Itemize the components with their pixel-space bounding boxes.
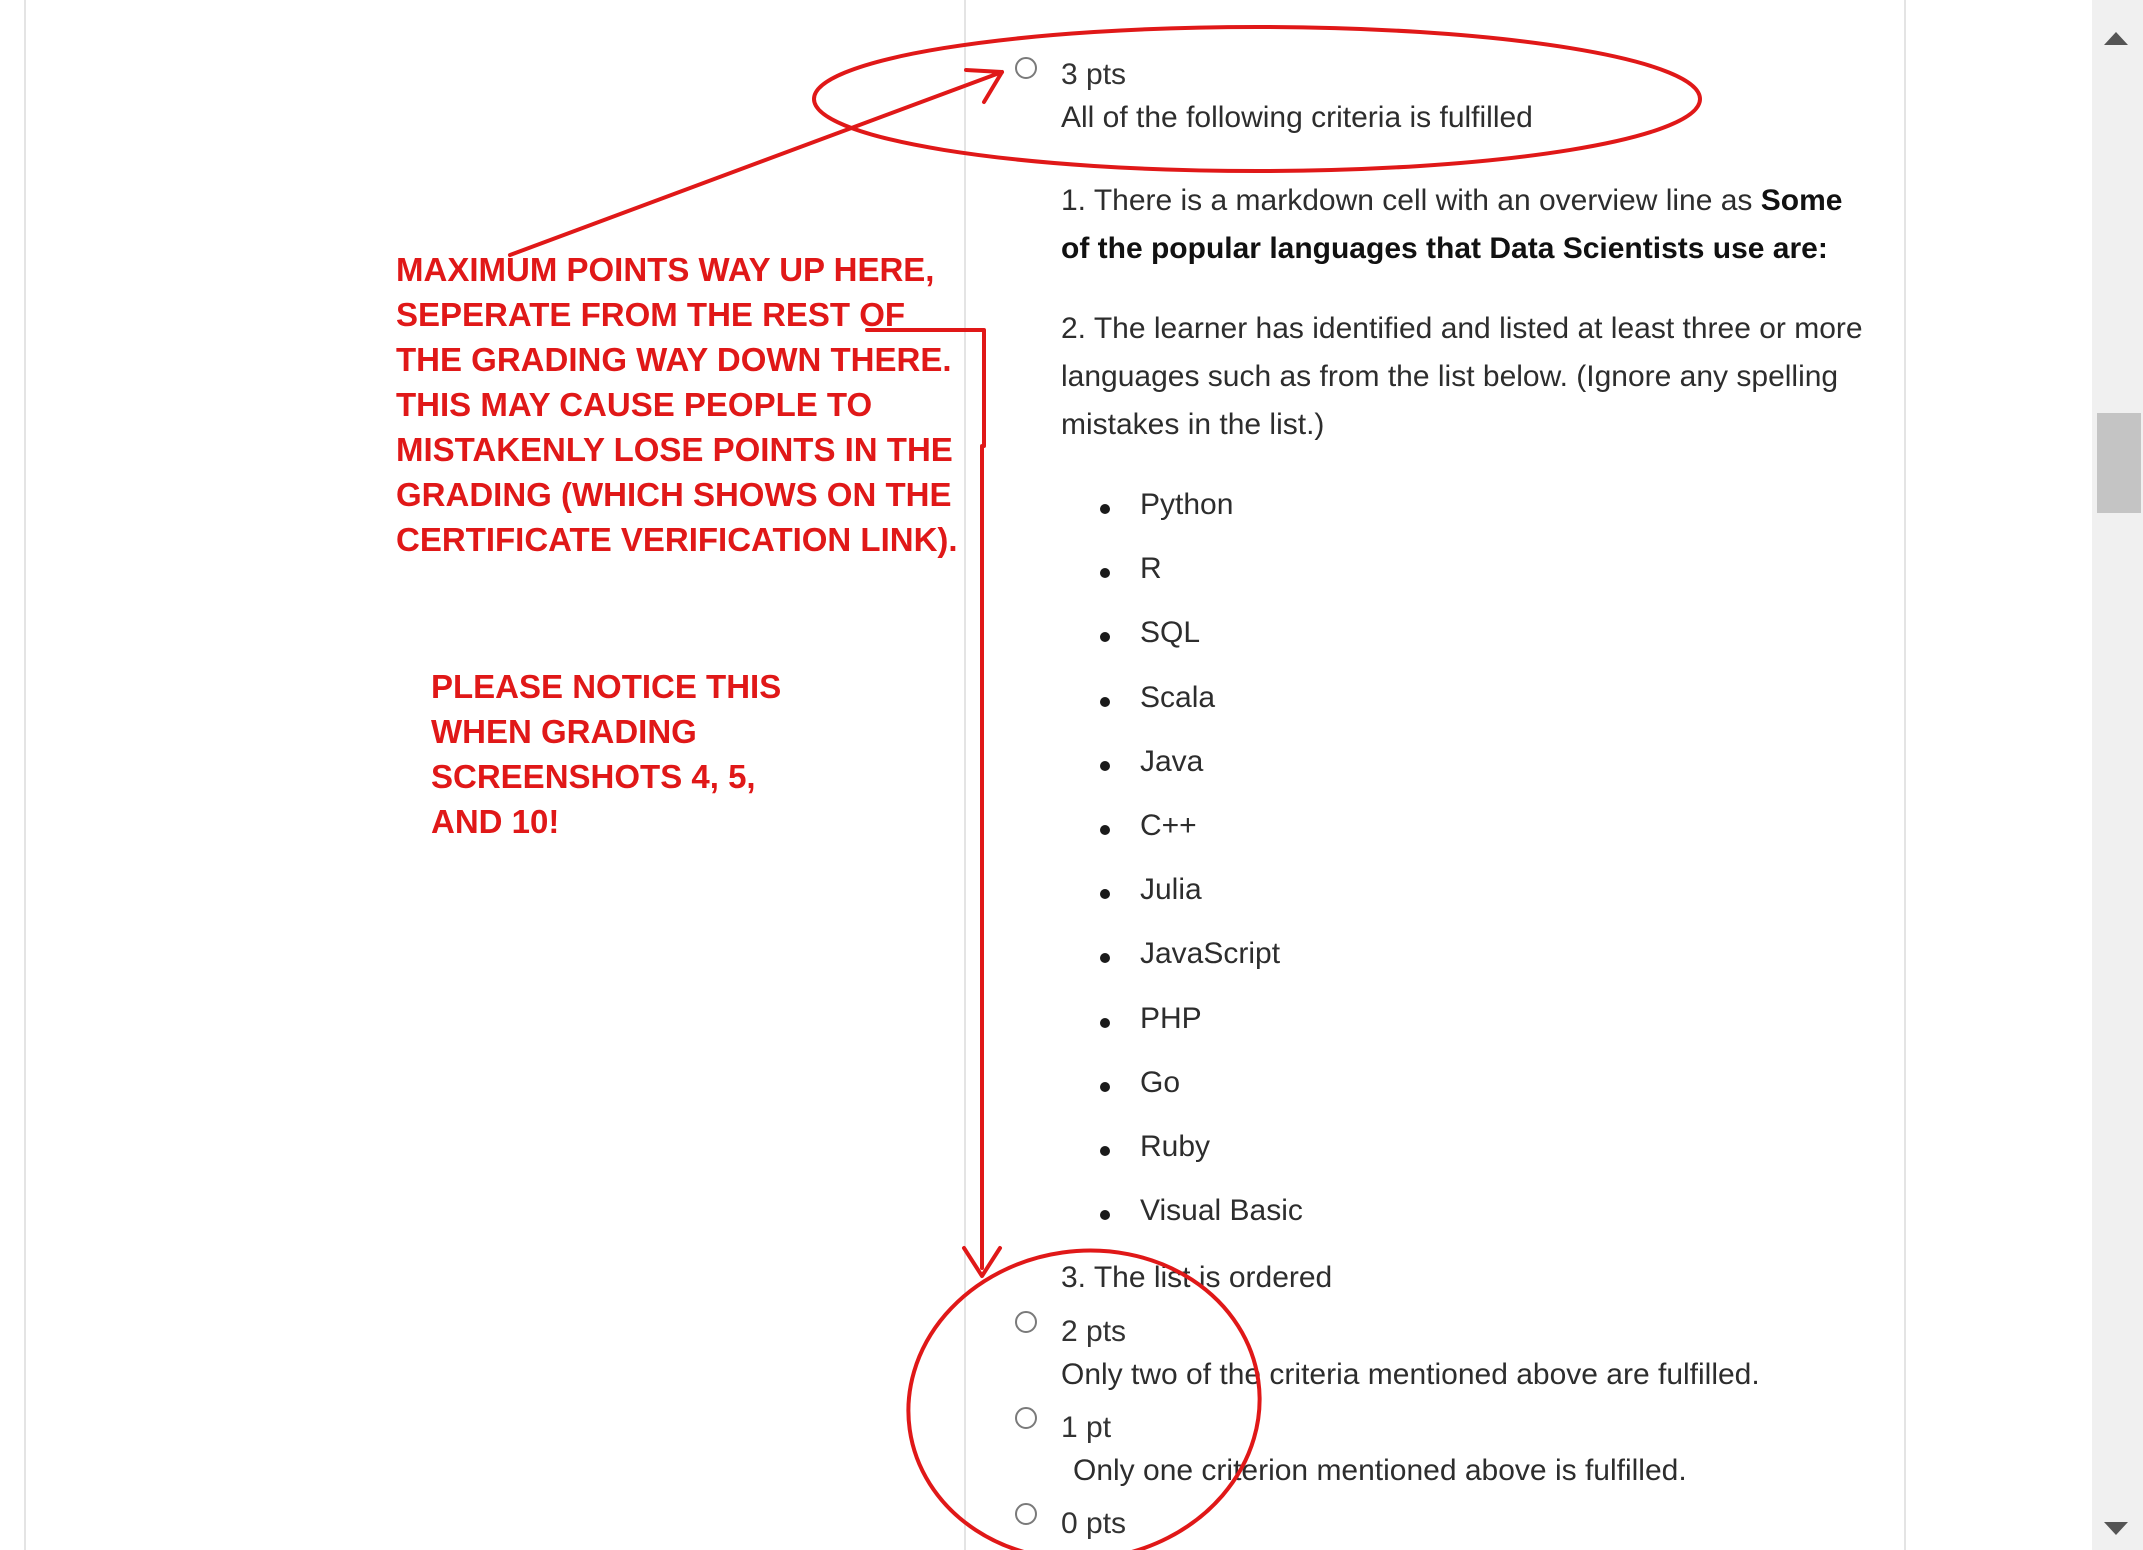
bullet-icon bbox=[1100, 761, 1110, 771]
bullet-icon bbox=[1100, 953, 1110, 963]
annotation-arrowhead-up bbox=[964, 68, 1004, 104]
rating-points-3: 3 pts bbox=[1061, 58, 1127, 91]
rating-description-1: Only one criterion mentioned above is fu… bbox=[1073, 1454, 1687, 1487]
bullet-icon bbox=[1100, 1018, 1110, 1028]
bullet-icon bbox=[1100, 1210, 1110, 1220]
rating-points-0: 0 pts bbox=[1061, 1507, 1127, 1540]
rating-radio-1pt[interactable] bbox=[1015, 1407, 1037, 1429]
rating-description-2: Only two of the criteria mentioned above… bbox=[1061, 1358, 1760, 1391]
criterion-3: 3. The list is ordered bbox=[1061, 1261, 1333, 1294]
annotation-ellipse-top bbox=[812, 25, 1702, 173]
triangle-up-icon[interactable] bbox=[2104, 32, 2128, 45]
language-label: Ruby bbox=[1140, 1130, 1211, 1163]
language-label: Python bbox=[1140, 488, 1234, 521]
bullet-icon bbox=[1100, 697, 1110, 707]
annotation-note-maximum-points: MAXIMUM POINTS WAY UP HERE, SEPERATE FRO… bbox=[396, 251, 958, 558]
scrollbar-thumb[interactable] bbox=[2097, 413, 2141, 513]
right-border bbox=[1904, 0, 1906, 1550]
annotation-note-please-notice: PLEASE NOTICE THIS WHEN GRADING SCREENSH… bbox=[431, 668, 782, 840]
vertical-scrollbar[interactable] bbox=[2092, 0, 2143, 1550]
language-label: Java bbox=[1140, 745, 1204, 778]
criterion-2: 2. The learner has identified and listed… bbox=[1061, 312, 1863, 441]
language-label: Visual Basic bbox=[1140, 1194, 1303, 1227]
rating-points-1: 1 pt bbox=[1061, 1411, 1112, 1444]
bullet-icon bbox=[1100, 825, 1110, 835]
bullet-icon bbox=[1100, 504, 1110, 514]
language-label: Scala bbox=[1140, 681, 1216, 714]
annotation-arrowhead-down bbox=[962, 1246, 1002, 1278]
triangle-down-icon[interactable] bbox=[2104, 1522, 2128, 1535]
language-label: Julia bbox=[1140, 873, 1202, 906]
bullet-icon bbox=[1100, 632, 1110, 642]
language-label: JavaScript bbox=[1140, 937, 1281, 970]
column-divider bbox=[964, 0, 966, 1550]
language-label: PHP bbox=[1140, 1002, 1202, 1035]
language-label: Go bbox=[1140, 1066, 1181, 1099]
bullet-icon bbox=[1100, 1082, 1110, 1092]
rating-radio-2pts[interactable] bbox=[1015, 1311, 1037, 1333]
criterion-1-text: 1. There is a markdown cell with an over… bbox=[1061, 184, 1761, 217]
rating-radio-3pts[interactable] bbox=[1015, 57, 1037, 79]
criterion-1: 1. There is a markdown cell with an over… bbox=[1061, 177, 1871, 273]
annotation-arrow-up bbox=[508, 70, 1004, 257]
bullet-icon bbox=[1100, 568, 1110, 578]
language-label: R bbox=[1140, 552, 1162, 585]
left-border bbox=[24, 0, 26, 1550]
bullet-icon bbox=[1100, 889, 1110, 899]
rating-description-3: All of the following criteria is fulfill… bbox=[1061, 101, 1533, 134]
language-label: SQL bbox=[1140, 616, 1201, 649]
language-label: C++ bbox=[1140, 809, 1197, 842]
bullet-icon bbox=[1100, 1146, 1110, 1156]
rating-points-2: 2 pts bbox=[1061, 1315, 1127, 1348]
rating-radio-0pts[interactable] bbox=[1015, 1503, 1037, 1525]
